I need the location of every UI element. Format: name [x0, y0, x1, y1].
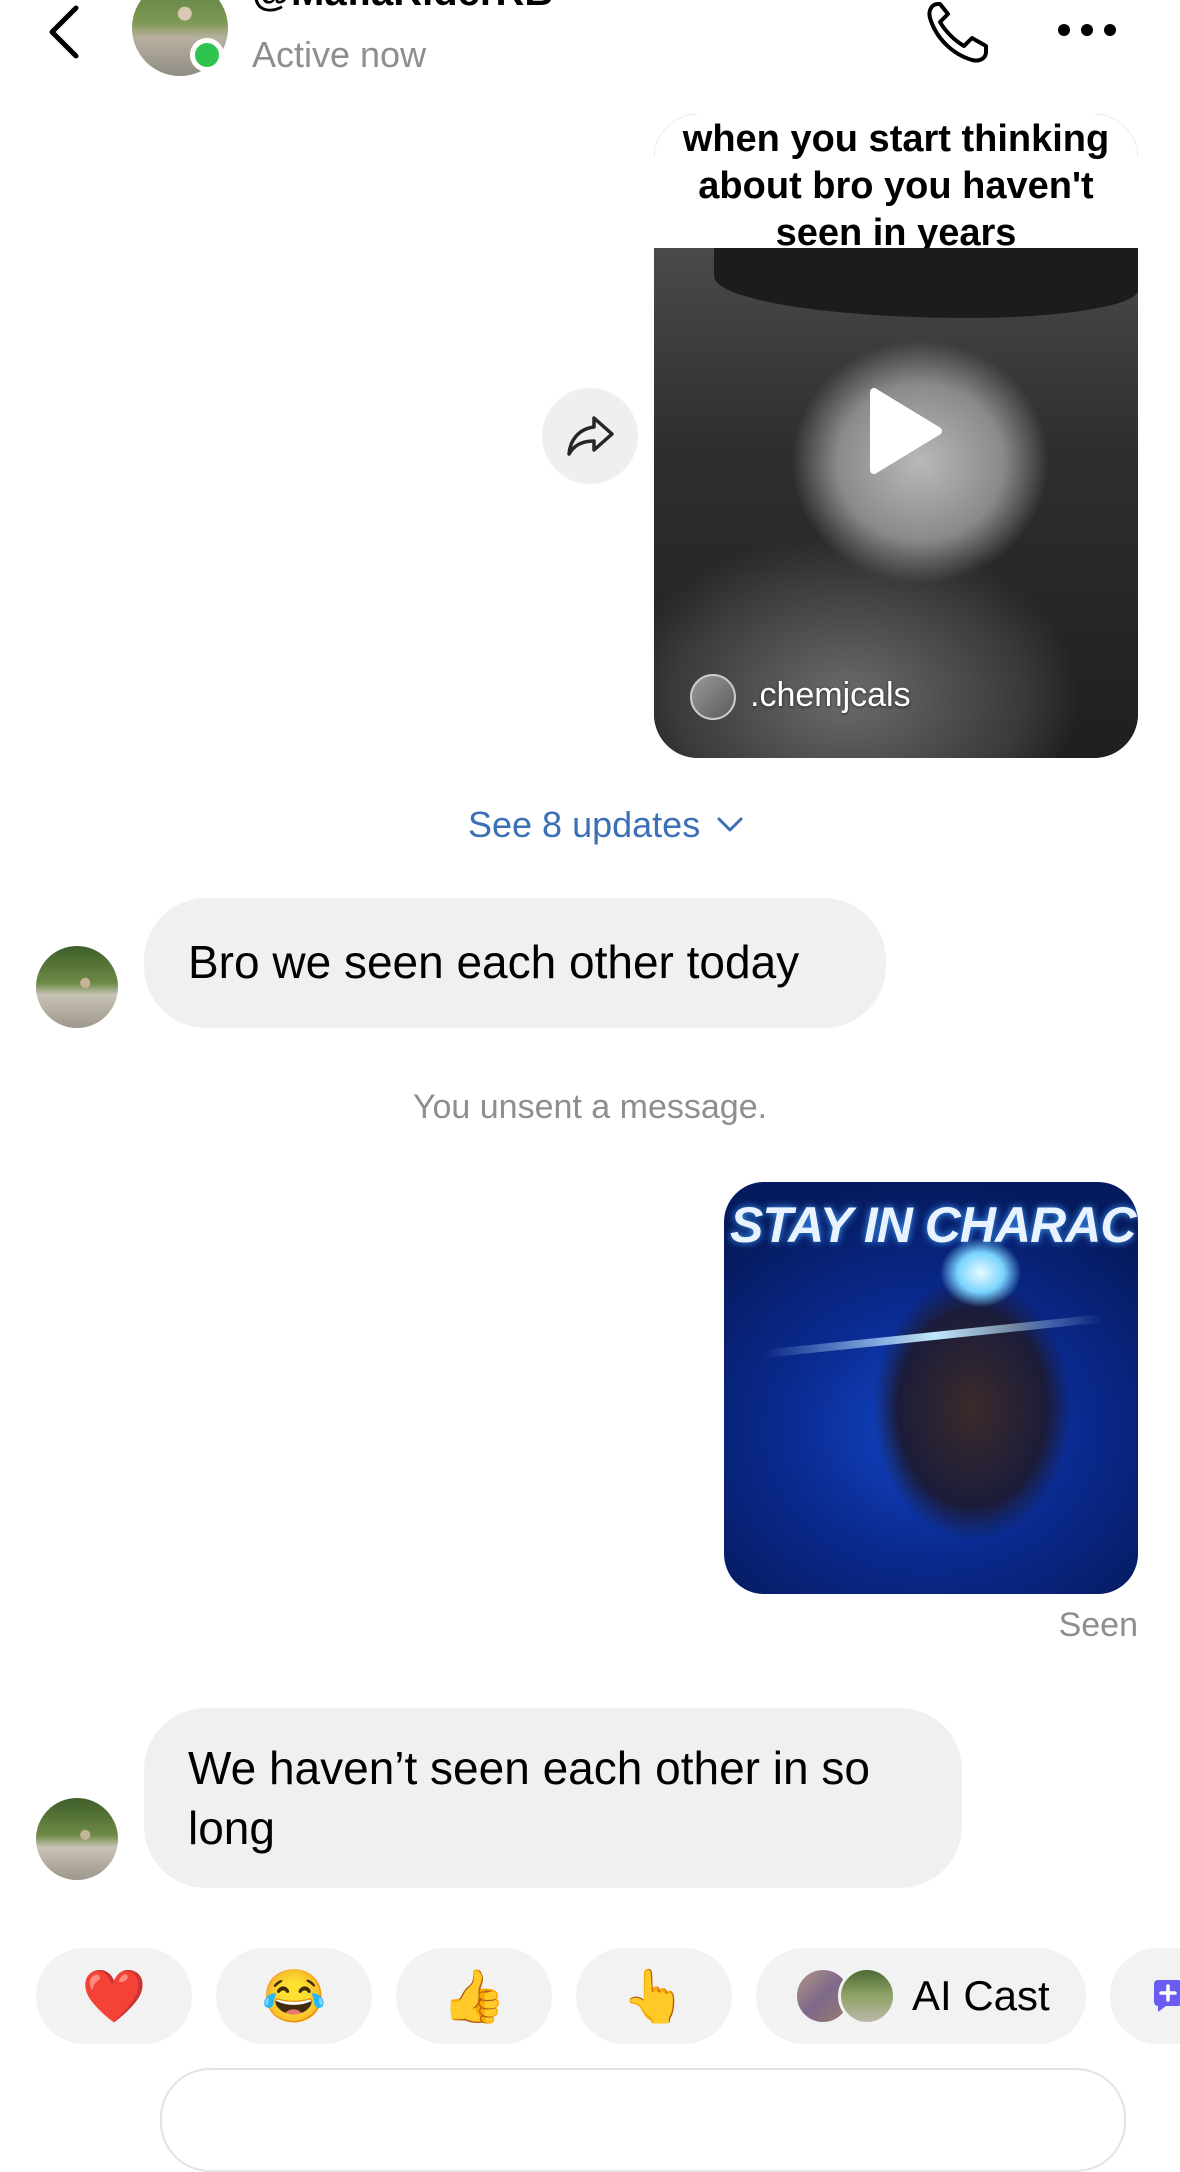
see-updates-link[interactable]: See 8 updates [468, 804, 744, 846]
sent-image-glow [764, 1314, 1104, 1358]
quick-reaction-heart[interactable]: ❤️ [36, 1948, 192, 2044]
seen-receipt: Seen [1058, 1606, 1138, 1644]
thumbs-up-icon: 👍 [441, 1967, 507, 2026]
reel-source-name[interactable]: .chemjcals [750, 676, 911, 715]
more-icon[interactable] [1056, 18, 1118, 42]
back-icon[interactable] [40, 2, 90, 62]
contact-avatar-small[interactable] [36, 1798, 118, 1880]
play-icon[interactable] [866, 386, 944, 476]
heart-icon: ❤️ [81, 1967, 147, 2026]
contact-handle[interactable]: @MafiaRiderRB [252, 0, 553, 15]
share-button[interactable] [542, 388, 638, 484]
chat-plus-icon [1154, 1980, 1180, 2012]
chevron-down-icon [717, 817, 743, 832]
quick-reaction-pointing[interactable]: 👆 [576, 1948, 732, 2044]
ai-cast-button[interactable]: AI Cast [756, 1948, 1086, 2044]
unsent-notice: You unsent a message. [412, 1088, 768, 1126]
sent-image-text: STAY IN CHARACTER [730, 1197, 1138, 1253]
reel-caption: when you start thinking about bro you ha… [654, 114, 1138, 254]
sent-image-message[interactable]: STAY IN CHARACTER [724, 1182, 1138, 1594]
quick-reaction-thumbs-up[interactable]: 👍 [396, 1948, 552, 2044]
pointing-up-icon: 👆 [621, 1967, 687, 2026]
laughing-emoji-icon: 😂 [261, 1967, 327, 2026]
reel-source-avatar [690, 674, 736, 720]
received-message-bubble[interactable]: Bro we seen each other today [144, 898, 886, 1028]
active-status: Active now [252, 34, 427, 75]
contact-avatar-small[interactable] [36, 946, 118, 1028]
received-message-bubble[interactable]: We haven’t seen each other in so long [144, 1708, 962, 1888]
phone-icon[interactable] [922, 0, 998, 66]
online-indicator [190, 38, 224, 72]
quick-reaction-laugh[interactable]: 😂 [216, 1948, 372, 2044]
ai-cast-avatar [838, 1967, 896, 2025]
add-chat-feature-button[interactable] [1110, 1948, 1180, 2044]
share-icon [567, 416, 614, 456]
ai-cast-label: AI Cast [912, 1972, 1050, 2019]
see-updates-label: See 8 updates [468, 804, 701, 845]
message-composer[interactable] [160, 2068, 1126, 2172]
shared-reel[interactable]: when you start thinking about bro you ha… [654, 114, 1138, 758]
